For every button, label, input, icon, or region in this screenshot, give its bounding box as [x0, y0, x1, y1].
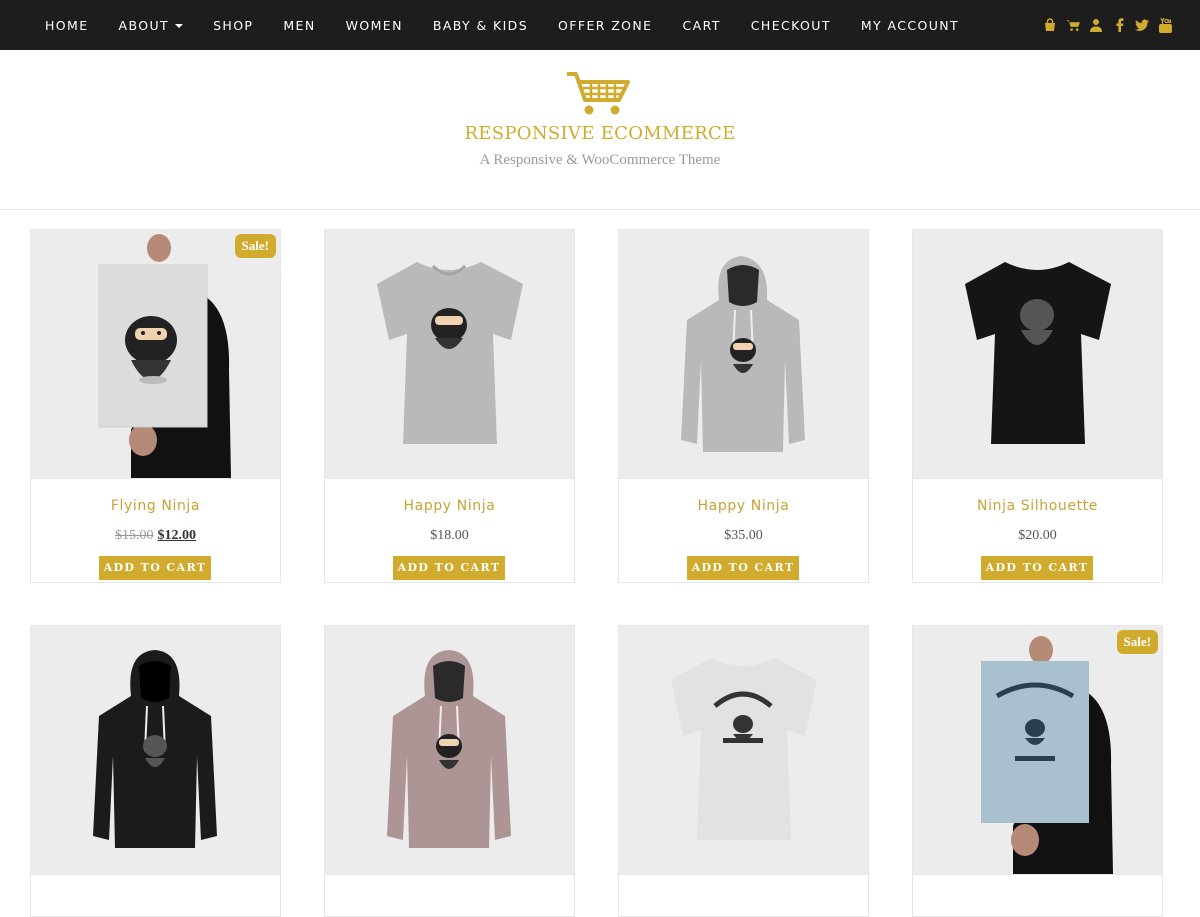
- product-price: $35.00: [724, 528, 763, 543]
- product-card[interactable]: Sale! Flying Ninja $15.00 $12.00 ADD TO C…: [30, 229, 281, 583]
- nav-checkout[interactable]: CHECKOUT: [751, 18, 831, 33]
- product-image[interactable]: [325, 626, 574, 875]
- product-card[interactable]: [324, 625, 575, 917]
- original-price: $15.00: [115, 528, 154, 543]
- nav-about-label: ABOUT: [118, 17, 170, 33]
- nav-about[interactable]: ABOUT: [119, 18, 184, 33]
- product-card[interactable]: Happy Ninja $35.00 ADD TO CART: [618, 229, 869, 583]
- product-card[interactable]: [30, 625, 281, 917]
- add-to-cart-button[interactable]: ADD TO CART: [393, 556, 505, 580]
- facebook-icon[interactable]: [1112, 18, 1126, 32]
- cart-logo-icon[interactable]: [565, 70, 635, 118]
- product-price: $20.00: [1018, 528, 1057, 543]
- add-to-cart-button[interactable]: ADD TO CART: [981, 556, 1093, 580]
- product-image[interactable]: [31, 626, 280, 875]
- product-image[interactable]: [913, 230, 1162, 479]
- product-image[interactable]: [619, 626, 868, 875]
- add-to-cart-button[interactable]: ADD TO CART: [687, 556, 799, 580]
- product-price: $18.00: [430, 528, 469, 543]
- nav-men[interactable]: MEN: [283, 18, 315, 33]
- product-card[interactable]: Happy Ninja $18.00 ADD TO CART: [324, 229, 575, 583]
- product-card[interactable]: Sale!: [912, 625, 1163, 917]
- sale-badge: Sale!: [234, 234, 276, 258]
- nav-cart[interactable]: CART: [682, 18, 720, 33]
- product-image[interactable]: [619, 230, 868, 479]
- product-title[interactable]: Happy Ninja: [325, 498, 574, 514]
- main-menu: HOME ABOUT SHOP MEN WOMEN BABY & KIDS OF…: [45, 0, 989, 50]
- sale-price: $12.00: [157, 528, 197, 543]
- product-image[interactable]: Sale!: [31, 230, 280, 479]
- product-title[interactable]: Flying Ninja: [31, 498, 280, 514]
- product-image[interactable]: Sale!: [913, 626, 1162, 875]
- product-title[interactable]: Happy Ninja: [619, 498, 868, 514]
- user-icon[interactable]: [1089, 18, 1103, 32]
- site-header: RESPONSIVE ECOMMERCE A Responsive & WooC…: [0, 50, 1200, 210]
- shopping-bag-icon[interactable]: [1043, 18, 1057, 32]
- top-navigation-bar: HOME ABOUT SHOP MEN WOMEN BABY & KIDS OF…: [0, 0, 1200, 50]
- header-icon-group: [1043, 0, 1172, 50]
- product-image[interactable]: [325, 230, 574, 479]
- nav-my-account[interactable]: MY ACCOUNT: [861, 18, 959, 33]
- nav-baby-kids[interactable]: BABY & KIDS: [433, 18, 528, 33]
- cart-icon[interactable]: [1066, 18, 1080, 32]
- add-to-cart-button[interactable]: ADD TO CART: [99, 556, 211, 580]
- product-card[interactable]: Ninja Silhouette $20.00 ADD TO CART: [912, 229, 1163, 583]
- product-title[interactable]: Ninja Silhouette: [913, 498, 1162, 514]
- youtube-icon[interactable]: [1158, 17, 1172, 33]
- chevron-down-icon: [175, 24, 184, 28]
- nav-home[interactable]: HOME: [45, 18, 89, 33]
- site-title[interactable]: RESPONSIVE ECOMMERCE: [0, 123, 1200, 144]
- twitter-icon[interactable]: [1135, 18, 1149, 32]
- nav-women[interactable]: WOMEN: [346, 18, 403, 33]
- product-price: $15.00 $12.00: [31, 528, 280, 544]
- nav-offer-zone[interactable]: OFFER ZONE: [558, 18, 652, 33]
- nav-shop[interactable]: SHOP: [213, 18, 253, 33]
- sale-badge: Sale!: [1116, 630, 1158, 654]
- product-card[interactable]: [618, 625, 869, 917]
- site-tagline: A Responsive & WooCommerce Theme: [479, 152, 721, 168]
